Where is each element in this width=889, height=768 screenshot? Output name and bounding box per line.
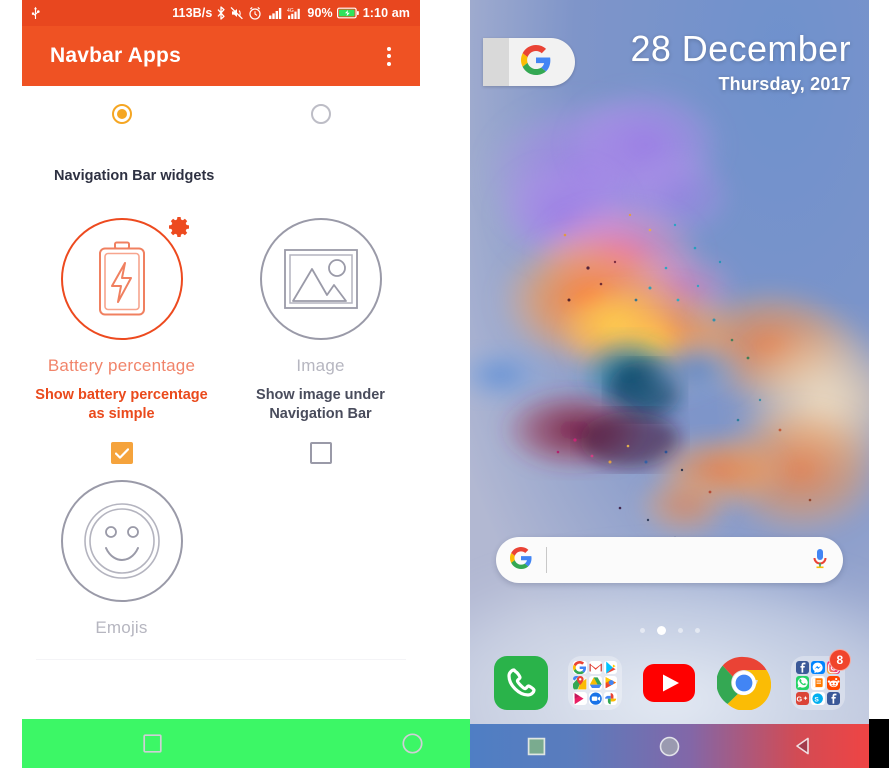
smiley-icon [60, 480, 183, 602]
gear-icon[interactable] [167, 214, 193, 240]
gmail-icon [588, 661, 602, 675]
duo-icon [588, 691, 602, 705]
widget-icon-wrap [60, 217, 189, 340]
page-indicator [470, 626, 869, 635]
play-movies-icon [603, 676, 618, 690]
dock-item-google-folder[interactable] [568, 656, 623, 710]
page-dot-active[interactable] [656, 626, 666, 635]
messenger-icon [811, 661, 825, 675]
facebook-icon [826, 691, 840, 705]
notes-icon [811, 676, 825, 690]
section-title: Navigation Bar widgets [54, 168, 215, 184]
page-dot[interactable] [677, 628, 683, 633]
sidebar-item-tab-two[interactable] [310, 104, 331, 124]
date-day-month: 28 December [630, 28, 851, 69]
network-speed: 113B/s [172, 6, 213, 20]
maps-icon [573, 676, 587, 690]
clock: 1:10 am [362, 6, 410, 20]
battery-percent: 90% [307, 6, 333, 20]
tab-two-cell [221, 104, 420, 124]
google-g-icon [510, 546, 532, 574]
reddit-icon [826, 676, 840, 690]
content-fade [22, 640, 420, 706]
widget-checkbox-battery-percentage[interactable] [110, 442, 133, 464]
widget-description: Show battery percentage as simple [35, 387, 208, 422]
svg-text:S: S [815, 696, 820, 703]
skype-icon: S [811, 691, 825, 705]
google-plus-icon: G [795, 691, 810, 705]
widget-title: Battery percentage [47, 356, 196, 375]
tab-one-cell [22, 104, 221, 124]
dock-item-phone[interactable] [494, 656, 549, 710]
back-button[interactable] [775, 724, 831, 768]
battery-charging-icon [336, 7, 359, 19]
screenshot-stage: 113B/s 4G 90% 1:10 am Navbar Apps Naviga… [0, 0, 889, 768]
folder-icon [568, 656, 623, 710]
mute-icon [230, 6, 244, 20]
microphone-icon[interactable] [811, 547, 829, 574]
image-icon [259, 218, 382, 340]
signal-4g-icon: 4G [287, 7, 303, 19]
tab-indicator-row [22, 86, 420, 138]
left-phone-screen: 113B/s 4G 90% 1:10 am Navbar Apps Naviga… [22, 0, 420, 768]
whatsapp-icon [795, 676, 810, 690]
widget-title: Image [296, 356, 345, 375]
sidebar-item-tab-one[interactable] [111, 104, 132, 124]
battery-bolt-icon [60, 218, 183, 340]
date-widget[interactable]: 28 December Thursday, 2017 [470, 28, 851, 95]
page-dot[interactable] [694, 628, 700, 633]
widget-description: Show image under Navigation Bar [256, 387, 385, 422]
chrome-icon [716, 656, 771, 710]
widget-title: Emojis [95, 618, 148, 637]
dock-item-youtube[interactable] [642, 656, 696, 710]
folder-icon: G S 8 [790, 649, 851, 710]
home-button[interactable] [642, 724, 698, 768]
recents-button[interactable] [509, 724, 565, 768]
alarm-icon [248, 6, 262, 20]
page-title: Navbar Apps [50, 44, 181, 67]
usb-icon [30, 6, 41, 20]
list-divider [36, 659, 406, 660]
date-text-block: 28 December Thursday, 2017 [630, 28, 851, 95]
notification-badge: 8 [828, 649, 851, 671]
google-search-shortcut[interactable] [483, 38, 575, 86]
facebook-icon [795, 661, 810, 675]
right-nav-bar [470, 724, 869, 768]
svg-text:G: G [796, 694, 802, 703]
widget-card-emojis[interactable]: Emojis [22, 480, 221, 638]
widget-checkbox-image[interactable] [309, 442, 332, 464]
app-bar: Navbar Apps [22, 26, 420, 86]
widget-grid: Battery percentage Show battery percenta… [22, 217, 420, 638]
dock-item-chrome[interactable] [716, 656, 771, 710]
search-input[interactable] [547, 537, 811, 583]
recents-button[interactable] [124, 719, 180, 768]
widget-card-battery-percentage[interactable]: Battery percentage Show battery percenta… [22, 217, 221, 464]
status-bar: 113B/s 4G 90% 1:10 am [22, 0, 420, 26]
google-search-icon [573, 661, 587, 675]
google-g-icon [521, 44, 551, 80]
date-weekday-year: Thursday, 2017 [718, 74, 851, 94]
drive-icon [588, 676, 602, 690]
widget-icon-wrap [60, 480, 183, 602]
photos-icon [603, 691, 618, 705]
home-button[interactable] [384, 719, 440, 768]
page-dot[interactable] [639, 628, 645, 633]
widget-card-image[interactable]: Image Show image under Navigation Bar [221, 218, 420, 464]
right-phone-home-screen: 28 December Thursday, 2017 G S 8 [470, 0, 869, 768]
dock: G S 8 [470, 649, 869, 716]
widget-icon-wrap [259, 218, 382, 340]
phone-icon [494, 656, 549, 710]
overflow-menu-icon[interactable] [374, 36, 404, 76]
google-search-bar[interactable] [496, 537, 843, 583]
play-store-icon [603, 661, 618, 675]
signal-bars-icon [269, 7, 283, 19]
dock-item-social-folder[interactable]: G S 8 [790, 649, 851, 710]
youtube-icon [642, 656, 696, 710]
play-music-icon [573, 691, 587, 705]
bluetooth-icon [216, 6, 226, 20]
svg-text:4G: 4G [287, 8, 294, 14]
